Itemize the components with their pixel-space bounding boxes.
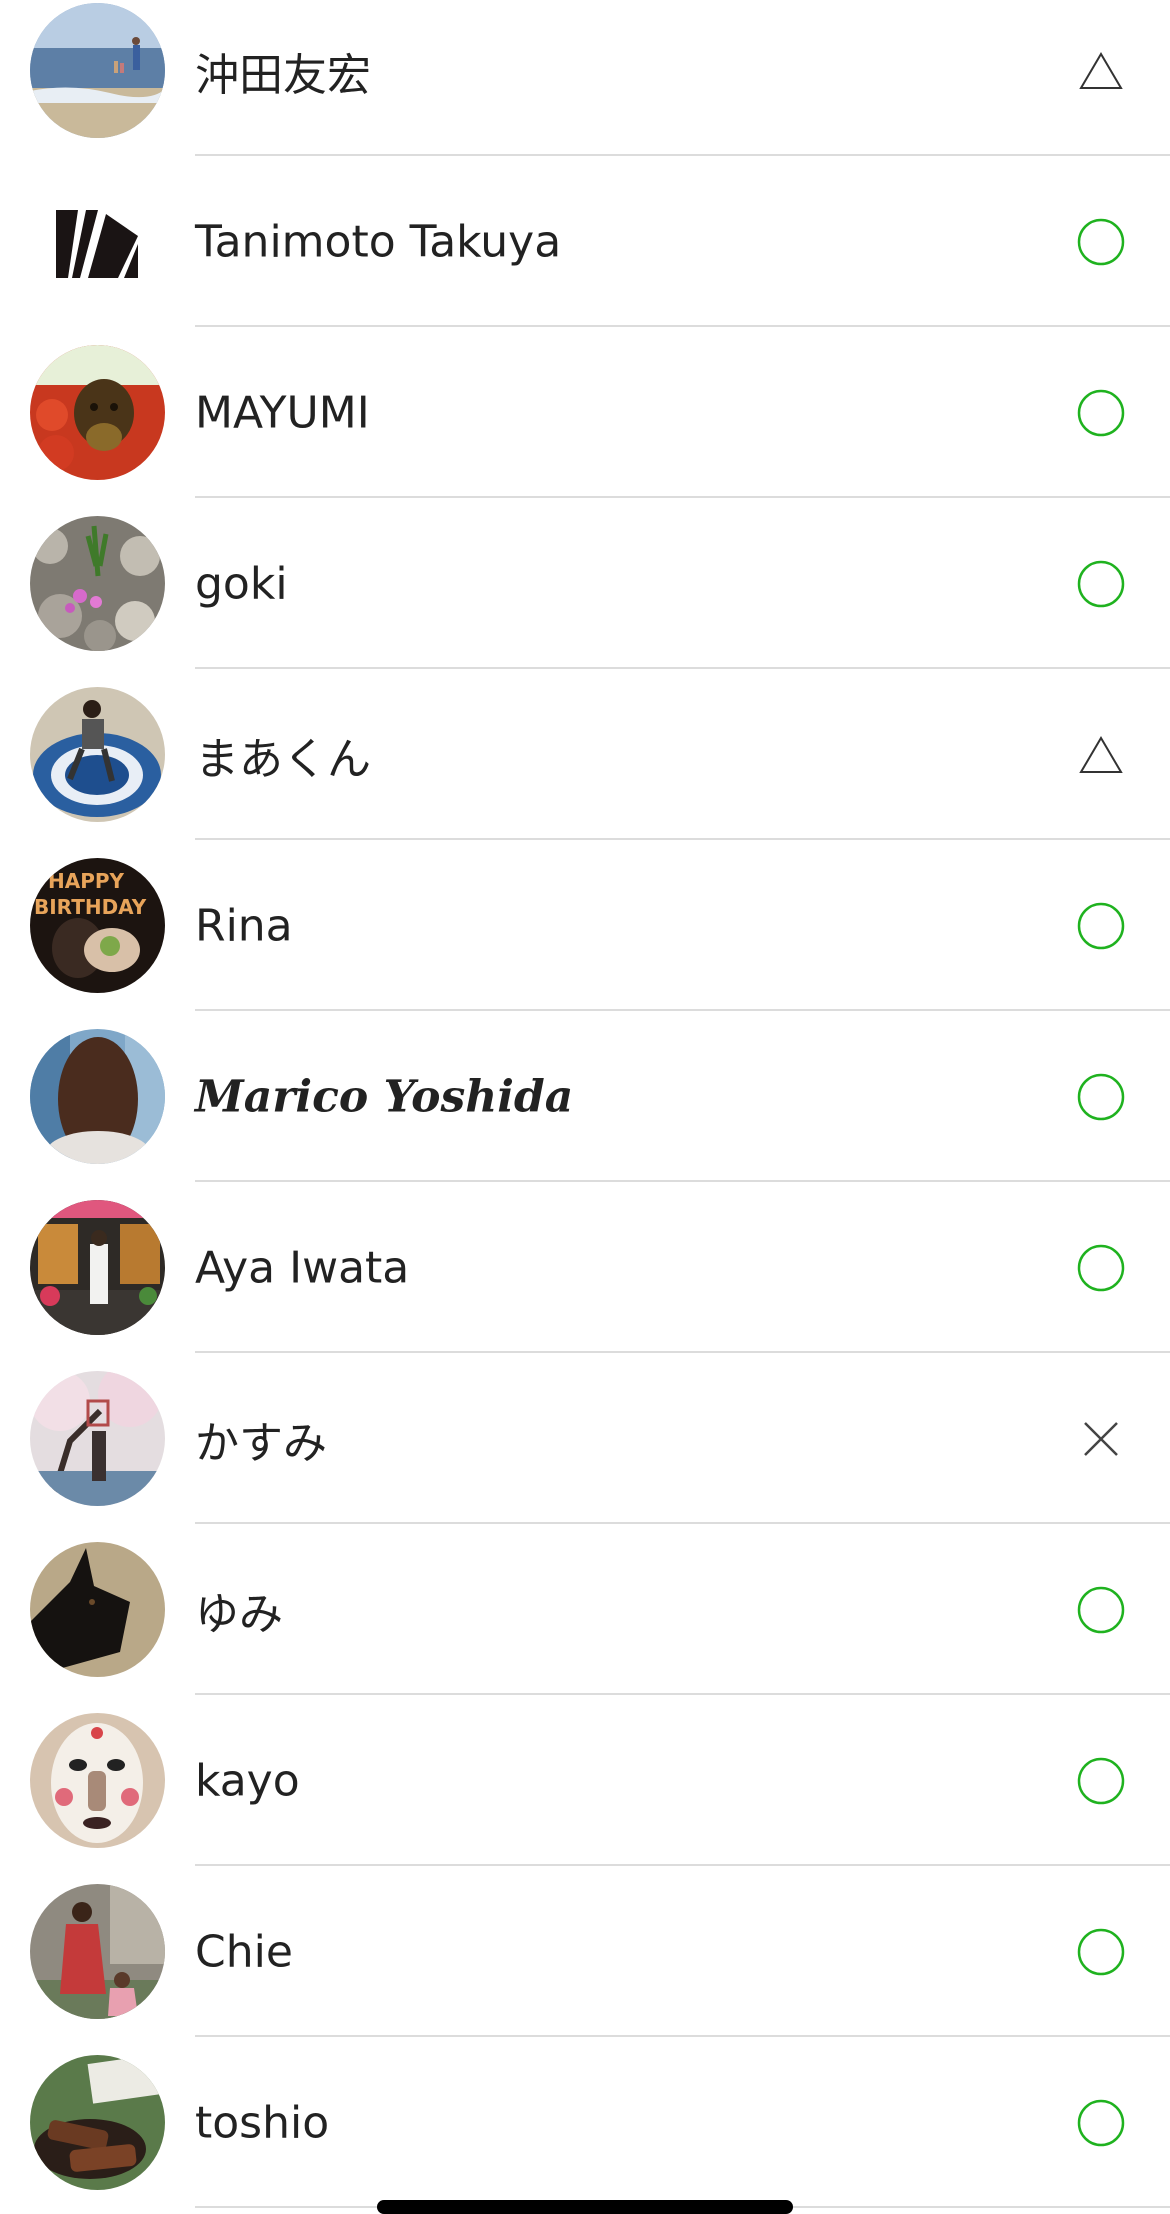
- circle-icon[interactable]: [1056, 368, 1146, 458]
- circle-icon[interactable]: [1056, 1052, 1146, 1142]
- list-item[interactable]: goki: [0, 498, 1170, 669]
- friend-name: ゆみ: [195, 1588, 283, 1640]
- woman-hair-avatar: [30, 1029, 165, 1164]
- list-item[interactable]: ゆみ: [0, 1524, 1170, 1695]
- friend-name: MAYUMI: [195, 387, 370, 438]
- circle-icon[interactable]: [1056, 1736, 1146, 1826]
- circle-icon[interactable]: [1056, 1907, 1146, 1997]
- triangle-icon[interactable]: [1056, 26, 1146, 116]
- circle-icon[interactable]: [1056, 1223, 1146, 1313]
- circle-icon[interactable]: [1056, 539, 1146, 629]
- friend-name: kayo: [195, 1755, 300, 1806]
- circle-icon[interactable]: [1056, 2078, 1146, 2168]
- friend-name: Aya Iwata: [195, 1242, 410, 1293]
- cherry-blossom-avatar: [30, 1371, 165, 1506]
- logo-avatar: [30, 174, 165, 309]
- circle-icon[interactable]: [1056, 197, 1146, 287]
- friend-name: Rina: [195, 900, 293, 951]
- svg-text:BIRTHDAY: BIRTHDAY: [34, 895, 147, 919]
- list-item[interactable]: まあくん: [0, 669, 1170, 840]
- friend-name: toshio: [195, 2097, 330, 2148]
- food-avatar: [30, 2055, 165, 2190]
- friend-name: かすみ: [195, 1417, 327, 1469]
- mother-child-avatar: [30, 1884, 165, 2019]
- circle-icon[interactable]: [1056, 881, 1146, 971]
- list-item[interactable]: HAPPY BIRTHDAY Rina: [0, 840, 1170, 1011]
- list-item[interactable]: kayo: [0, 1695, 1170, 1866]
- shopfront-avatar: [30, 1200, 165, 1335]
- friend-name: Chie: [195, 1926, 293, 1977]
- friend-name: まあくん: [195, 733, 371, 785]
- beach-photo-avatar: [30, 3, 165, 138]
- circle-icon[interactable]: [1056, 1565, 1146, 1655]
- birthday-photo-avatar: HAPPY BIRTHDAY: [30, 858, 165, 993]
- friend-name: 沖田友宏: [195, 49, 371, 101]
- list-item[interactable]: MAYUMI: [0, 327, 1170, 498]
- list-item[interactable]: Tanimoto Takuya: [0, 156, 1170, 327]
- list-item[interactable]: 沖田友宏: [0, 0, 1170, 156]
- list-item[interactable]: Chie: [0, 1866, 1170, 2037]
- friend-list: 沖田友宏 Tanimoto Takuya MAYUMI goki まあくん HA…: [0, 0, 1170, 2208]
- list-item[interactable]: かすみ: [0, 1353, 1170, 1524]
- cross-icon[interactable]: [1056, 1394, 1146, 1484]
- friend-name: Marico Yoshida: [195, 1071, 574, 1122]
- friend-name: Tanimoto Takuya: [195, 216, 562, 267]
- list-item[interactable]: Marico Yoshida: [0, 1011, 1170, 1182]
- list-item[interactable]: toshio: [0, 2037, 1170, 2208]
- friend-name: goki: [195, 558, 288, 609]
- mask-avatar: [30, 1713, 165, 1848]
- list-item[interactable]: Aya Iwata: [0, 1182, 1170, 1353]
- home-indicator[interactable]: [377, 2200, 793, 2214]
- dog-photo-avatar: [30, 345, 165, 480]
- svg-text:HAPPY: HAPPY: [48, 869, 125, 893]
- black-dog-avatar: [30, 1542, 165, 1677]
- triangle-icon[interactable]: [1056, 710, 1146, 800]
- rocks-flowers-avatar: [30, 516, 165, 651]
- person-on-rug-avatar: [30, 687, 165, 822]
